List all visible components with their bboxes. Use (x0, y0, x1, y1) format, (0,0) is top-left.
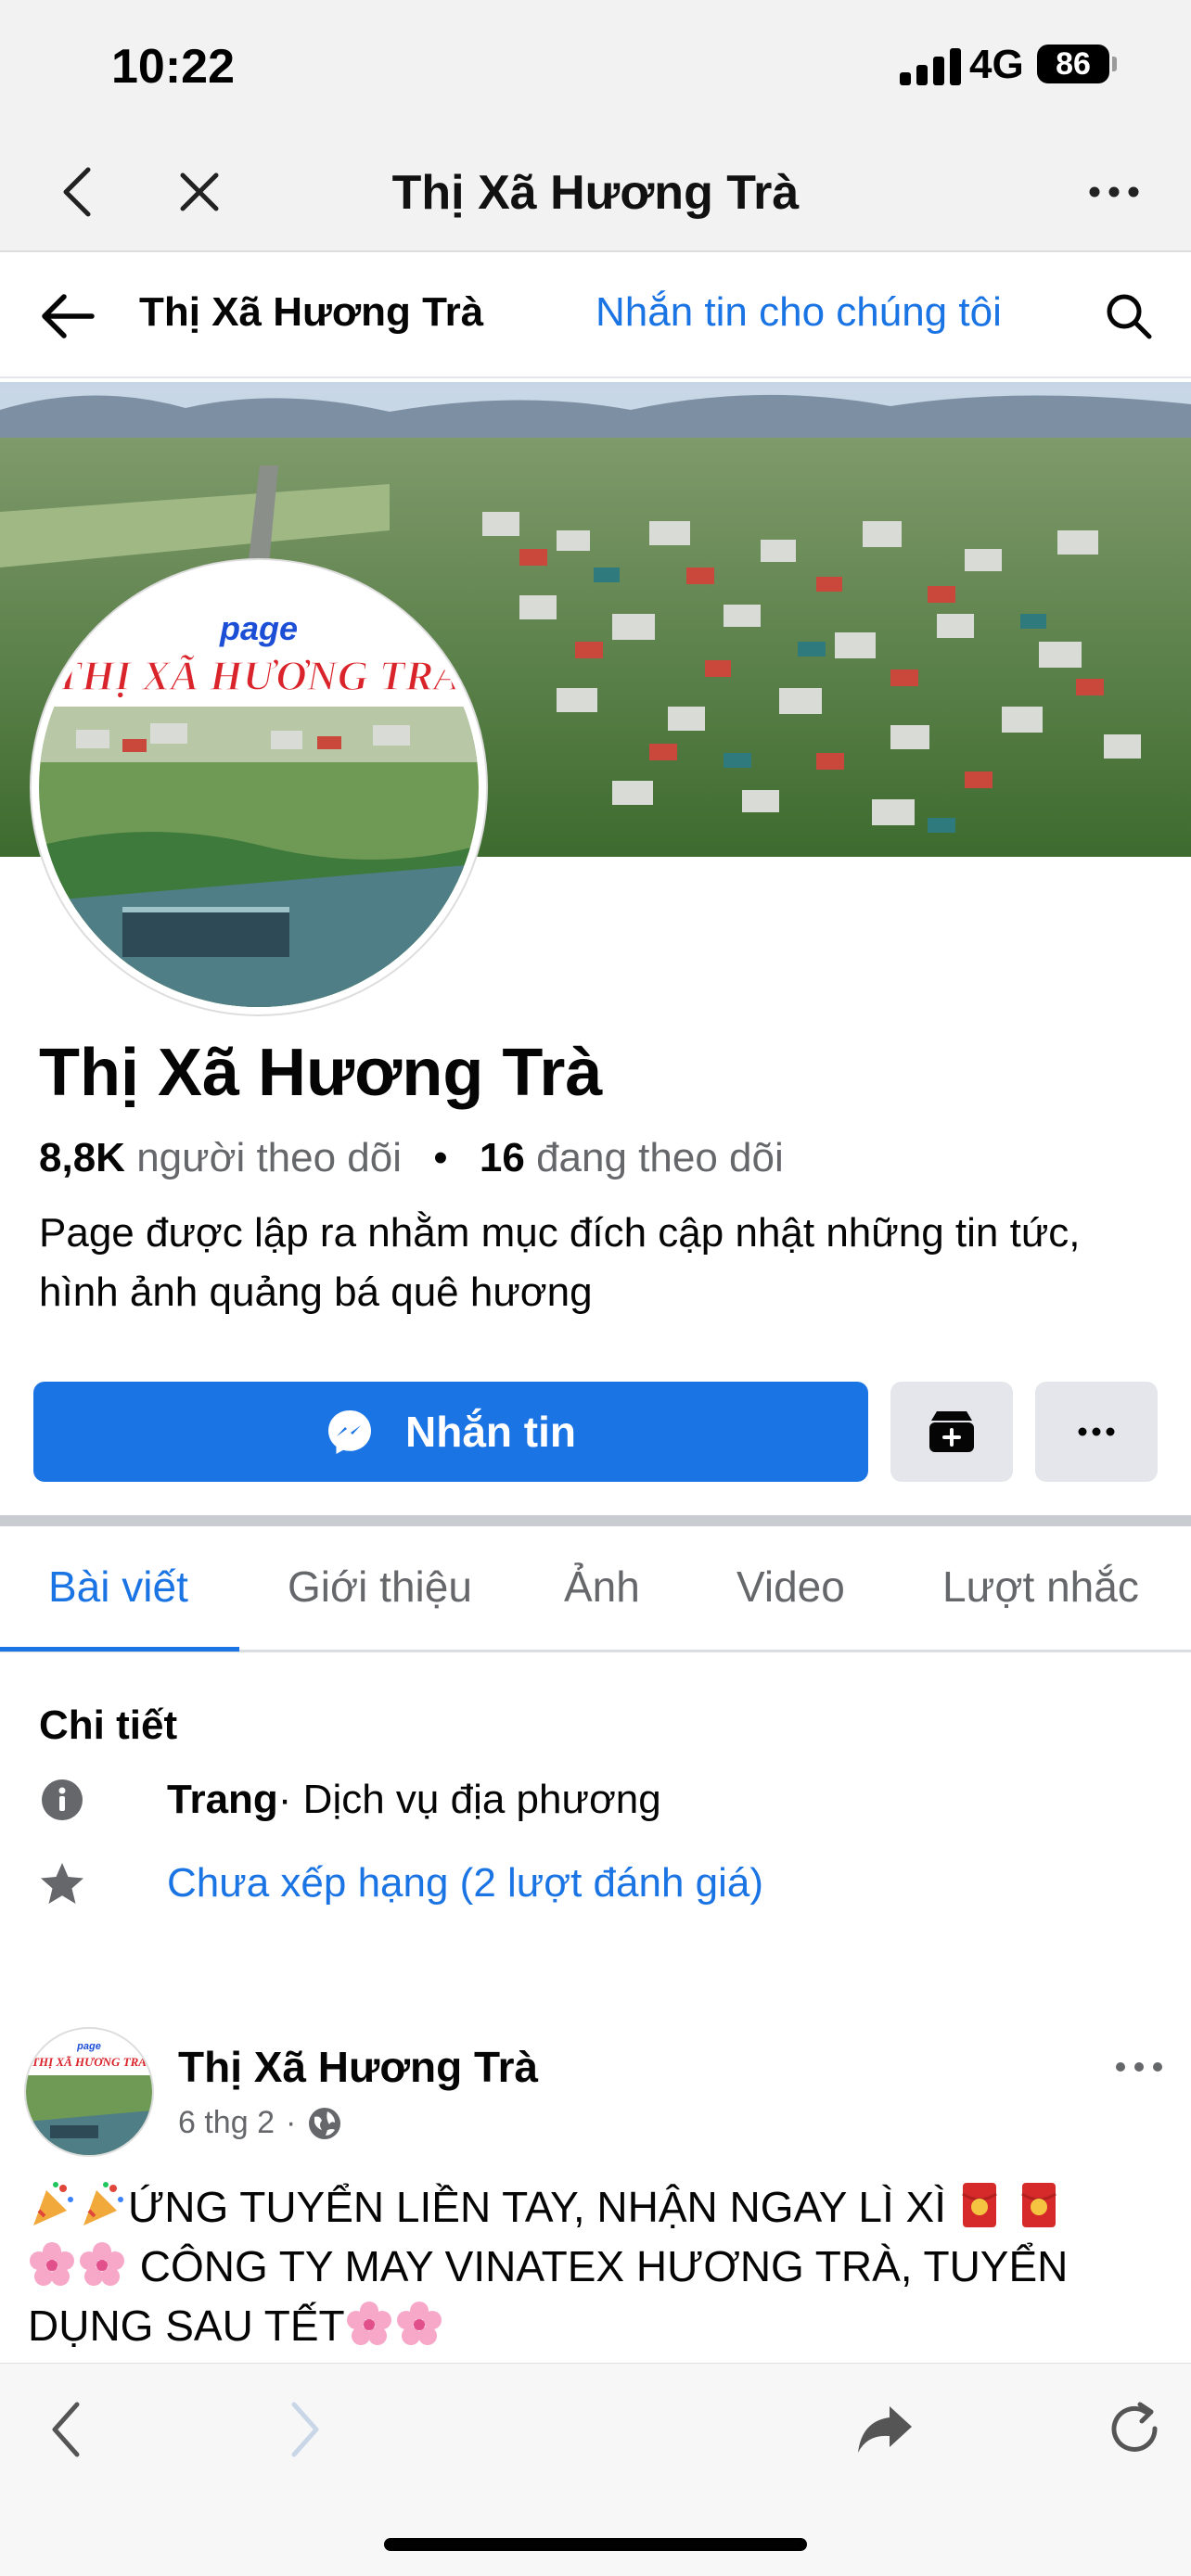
tab-about[interactable]: Giới thiệu (288, 1526, 472, 1652)
tab-mentions[interactable]: Lượt nhắc (942, 1526, 1139, 1652)
header-page-name: Thị Xã Hương Trà (139, 289, 484, 335)
info-icon (39, 1777, 85, 1823)
messenger-icon (328, 1410, 371, 1454)
tab-posts[interactable]: Bài viết (48, 1526, 188, 1652)
post-options-icon[interactable] (1111, 2053, 1167, 2081)
status-bar: 10:22 4G 86 (0, 0, 1191, 139)
post-author-name[interactable]: Thị Xã Hương Trà (178, 2042, 538, 2092)
post-text: ỨNG TUYỂN LIỀN TAY, NHẬN NGAY LÌ XÌ CÔNG… (28, 2177, 1169, 2355)
star-icon (39, 1860, 85, 1906)
followers-label[interactable]: người theo dõi (136, 1135, 402, 1180)
home-indicator[interactable] (384, 2538, 807, 2551)
avatar-text-main: THỊ XÃ HƯƠNG TRÀ (56, 652, 462, 699)
stats-separator: • (433, 1135, 448, 1180)
message-button[interactable]: Nhắn tin (33, 1382, 868, 1482)
page-header: Thị Xã Hương Trà Nhắn tin cho chúng tôi (0, 252, 1191, 378)
tab-bar: Bài viết Giới thiệu Ảnh Video Lượt nhắc (0, 1526, 1191, 1652)
avatar-text-top: page (219, 609, 298, 647)
more-actions-button[interactable] (1035, 1382, 1158, 1482)
followers-count[interactable]: 8,8K (39, 1135, 125, 1180)
more-options-icon[interactable] (1082, 159, 1146, 224)
reload-icon[interactable] (1098, 2395, 1172, 2464)
signal-icon (900, 48, 961, 85)
following-count[interactable]: 16 (480, 1135, 525, 1180)
browser-title: Thị Xã Hương Trà (391, 166, 800, 220)
browser-bottom-toolbar (0, 2363, 1191, 2576)
back-arrow-icon[interactable] (33, 284, 102, 349)
active-tab-indicator (0, 1647, 239, 1651)
section-divider (0, 1515, 1191, 1526)
tab-photos[interactable]: Ảnh (564, 1526, 640, 1652)
tab-videos[interactable]: Video (736, 1526, 845, 1652)
details-title: Chi tiết (39, 1702, 178, 1748)
globe-icon (309, 2107, 341, 2139)
page-bio: Page được lập ra nhằm mục đích cập nhật … (39, 1210, 1081, 1315)
nav-back-icon[interactable] (33, 2397, 98, 2462)
nav-forward-icon[interactable] (273, 2397, 338, 2462)
svg-text:THỊ XÃ HƯƠNG TRÀ: THỊ XÃ HƯƠNG TRÀ (32, 2055, 147, 2069)
cherry-blossom-icon (80, 2242, 124, 2286)
status-time: 10:22 (111, 40, 235, 94)
cherry-blossom-icon (30, 2242, 74, 2286)
profile-avatar[interactable]: page THỊ XÃ HƯƠNG TRÀ (32, 560, 486, 1014)
post-line-1: ỨNG TUYỂN LIỀN TAY, NHẬN NGAY LÌ XÌ (128, 2183, 947, 2231)
red-envelope-icon (962, 2183, 997, 2227)
share-icon[interactable] (848, 2395, 922, 2464)
network-type: 4G (969, 42, 1024, 87)
post-line-2: CÔNG TY MAY VINATEX HƯƠNG TRÀ, TUYỂN DỤN… (28, 2242, 1069, 2350)
post-date[interactable]: 6 thg 2 (178, 2105, 275, 2141)
party-popper-icon (83, 2182, 123, 2225)
follow-page-button[interactable] (890, 1382, 1013, 1482)
message-us-link[interactable]: Nhắn tin cho chúng tôi (596, 289, 1002, 336)
category-name: · Dịch vụ địa phương (277, 1777, 661, 1822)
ellipsis-icon (1078, 1427, 1115, 1436)
category-row: Trang · Dịch vụ địa phương (39, 1777, 661, 1823)
rating-row: Chưa xếp hạng (2 lượt đánh giá) (39, 1860, 763, 1906)
svg-text:page: page (76, 2041, 101, 2052)
following-label[interactable]: đang theo dõi (536, 1135, 784, 1180)
battery-tip (1112, 57, 1117, 71)
post-author-avatar[interactable]: page THỊ XÃ HƯƠNG TRÀ (24, 2027, 154, 2157)
page-follow-icon (929, 1411, 974, 1452)
red-envelope-icon (1021, 2183, 1057, 2227)
meta-dot: · (285, 2105, 297, 2140)
follow-stats: 8,8K người theo dõi • 16 đang theo dõi (39, 1135, 784, 1181)
category-type: Trang (167, 1777, 278, 1822)
search-icon[interactable] (1098, 286, 1159, 347)
battery-icon: 86 (1037, 45, 1109, 83)
cherry-blossom-icon (396, 2302, 442, 2345)
rating-link[interactable]: Chưa xếp hạng (2 lượt đánh giá) (167, 1860, 763, 1906)
browser-toolbar: Thị Xã Hương Trà (0, 139, 1191, 252)
message-button-label: Nhắn tin (405, 1408, 576, 1456)
profile-name: Thị Xã Hương Trà (39, 1036, 603, 1110)
party-popper-icon (33, 2182, 73, 2225)
cherry-blossom-icon (346, 2302, 391, 2345)
post-meta: 6 thg 2 · (178, 2105, 342, 2141)
